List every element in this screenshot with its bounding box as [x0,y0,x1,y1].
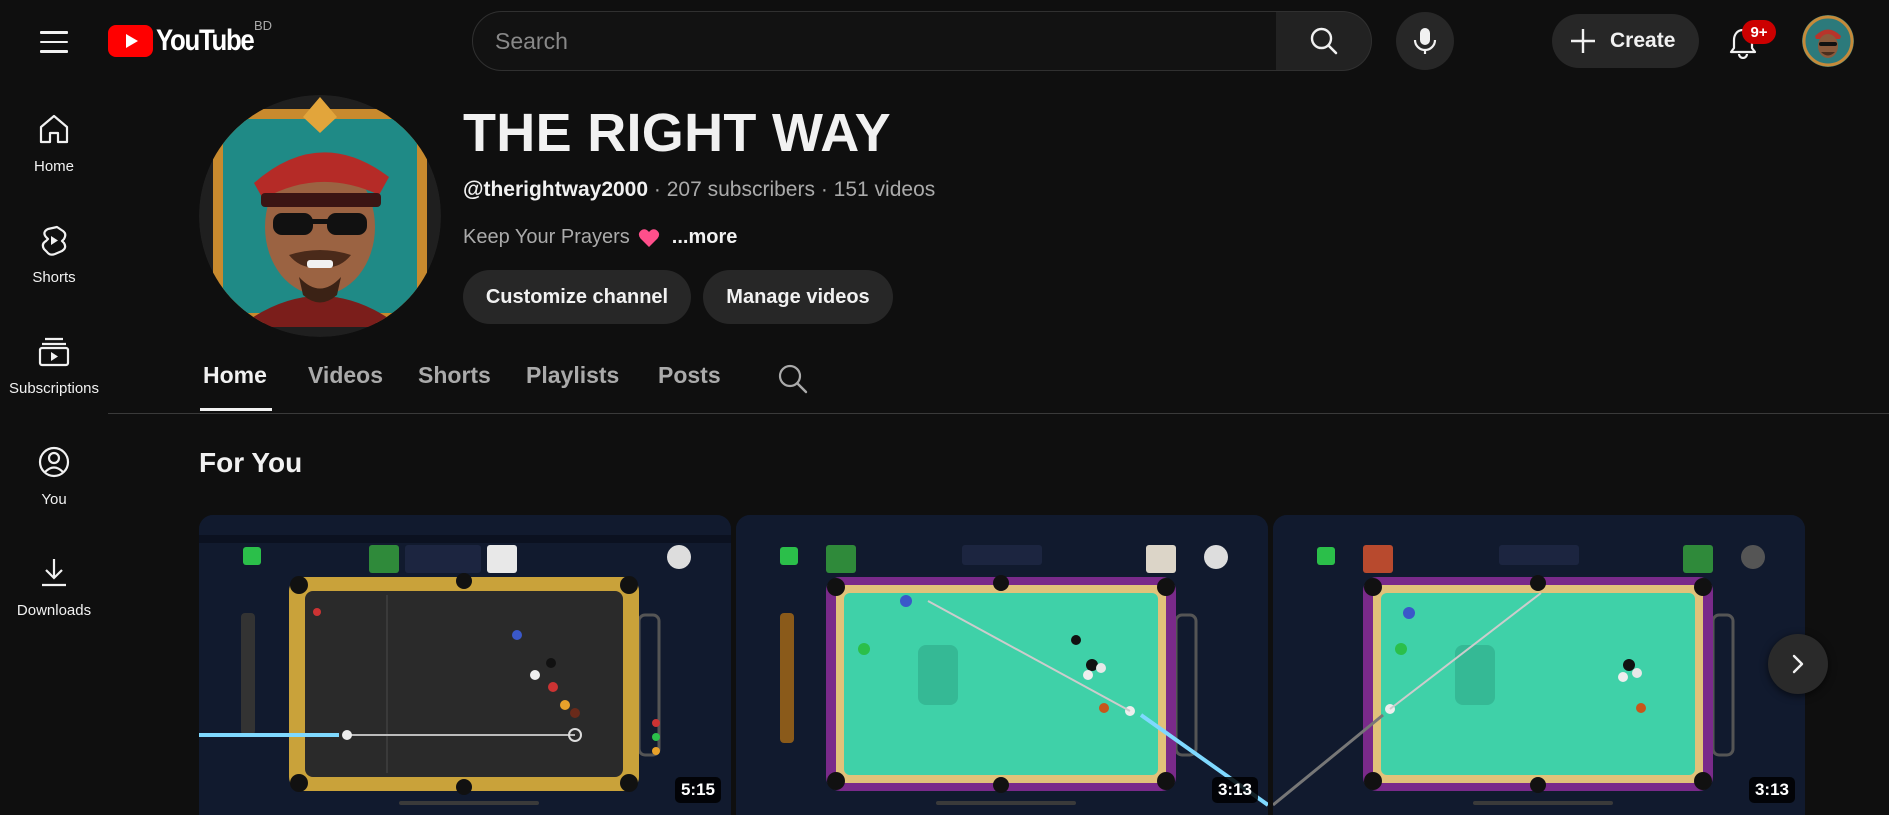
video-count: 151 videos [833,178,936,201]
voice-search-button[interactable] [1396,12,1454,70]
chevron-right-icon [1792,654,1804,674]
channel-avatar-image [199,95,441,337]
youtube-play-logo-icon [108,25,153,57]
carousel-next-button[interactable] [1768,634,1828,694]
guide-item-subscriptions[interactable]: Subscriptions [0,304,108,400]
guide-item-shorts[interactable]: Shorts [0,193,108,289]
pool-game-thumbnail [199,515,731,815]
pool-game-thumbnail [1273,515,1805,815]
notification-count-badge: 9+ [1742,20,1776,44]
manage-videos-button[interactable]: Manage videos [703,270,893,324]
menu-icon-line [40,31,68,34]
account-avatar-image [1802,15,1854,67]
active-tab-indicator [200,408,272,411]
guide-label: You [41,491,67,508]
guide-menu-button[interactable] [34,22,74,62]
channel-handle[interactable]: @therightway2000 [463,178,648,201]
youtube-channel-page: YouTube BD Create [0,0,1889,815]
search-button[interactable] [1276,11,1372,71]
you-icon [38,446,70,478]
pool-game-thumbnail [736,515,1268,815]
guide-item-downloads[interactable]: Downloads [0,526,108,622]
video-thumbnail[interactable]: 3:13 [736,515,1268,815]
section-title: For You [199,447,303,478]
home-icon [39,114,69,144]
search-input[interactable] [495,12,1255,70]
channel-search-icon[interactable] [776,362,810,396]
video-duration: 3:13 [1748,777,1795,803]
video-duration: 3:13 [1211,777,1258,803]
meta-separator: · [820,178,828,201]
tab-shorts[interactable]: Shorts [418,362,491,389]
youtube-logo[interactable]: YouTube [108,24,269,58]
channel-metadata: @therightway2000 · 207 subscribers · 151… [463,178,935,202]
customize-channel-button[interactable]: Customize channel [463,270,691,324]
tab-home[interactable]: Home [203,362,267,389]
guide-item-home[interactable]: Home [0,82,108,178]
guide-label: Downloads [16,602,92,619]
menu-icon-line [40,40,68,44]
download-icon [42,559,66,587]
meta-separator: · [653,178,661,201]
menu-icon-line [40,50,68,53]
microphone-icon [1413,28,1437,54]
tab-playlists[interactable]: Playlists [526,362,619,389]
search-box [472,11,1277,71]
subscriber-count: 207 subscribers [666,178,815,201]
video-thumbnail[interactable]: 3:13 [1273,515,1805,815]
create-label: Create [1610,29,1676,52]
subscriptions-icon [38,337,70,367]
tab-videos[interactable]: Videos [308,362,383,389]
video-duration: 5:15 [674,777,721,803]
logo-text: YouTube [156,24,255,57]
search-icon [1310,27,1337,55]
shorts-icon [41,225,67,256]
more-link[interactable]: ...more [672,226,738,249]
channel-avatar[interactable] [199,95,441,337]
tab-posts[interactable]: Posts [658,362,721,389]
heart-icon [638,228,659,247]
guide-label: Subscriptions [8,380,100,397]
channel-title: THE RIGHT WAY [463,103,891,163]
channel-description[interactable]: Keep Your Prayers ...more [463,226,737,249]
guide-label: Home [33,158,74,175]
create-button[interactable]: Create [1552,14,1699,68]
plus-icon [1571,29,1595,53]
description-text: Keep Your Prayers [463,226,630,248]
guide-label: Shorts [32,269,76,286]
masthead: YouTube BD Create [0,0,1889,82]
guide-item-you[interactable]: You [0,415,108,511]
account-avatar[interactable] [1802,15,1854,67]
video-thumbnail[interactable]: 5:15 [199,515,731,815]
channel-tabs: Home Videos Shorts Playlists Posts [108,356,1889,414]
country-code: BD [254,18,273,33]
